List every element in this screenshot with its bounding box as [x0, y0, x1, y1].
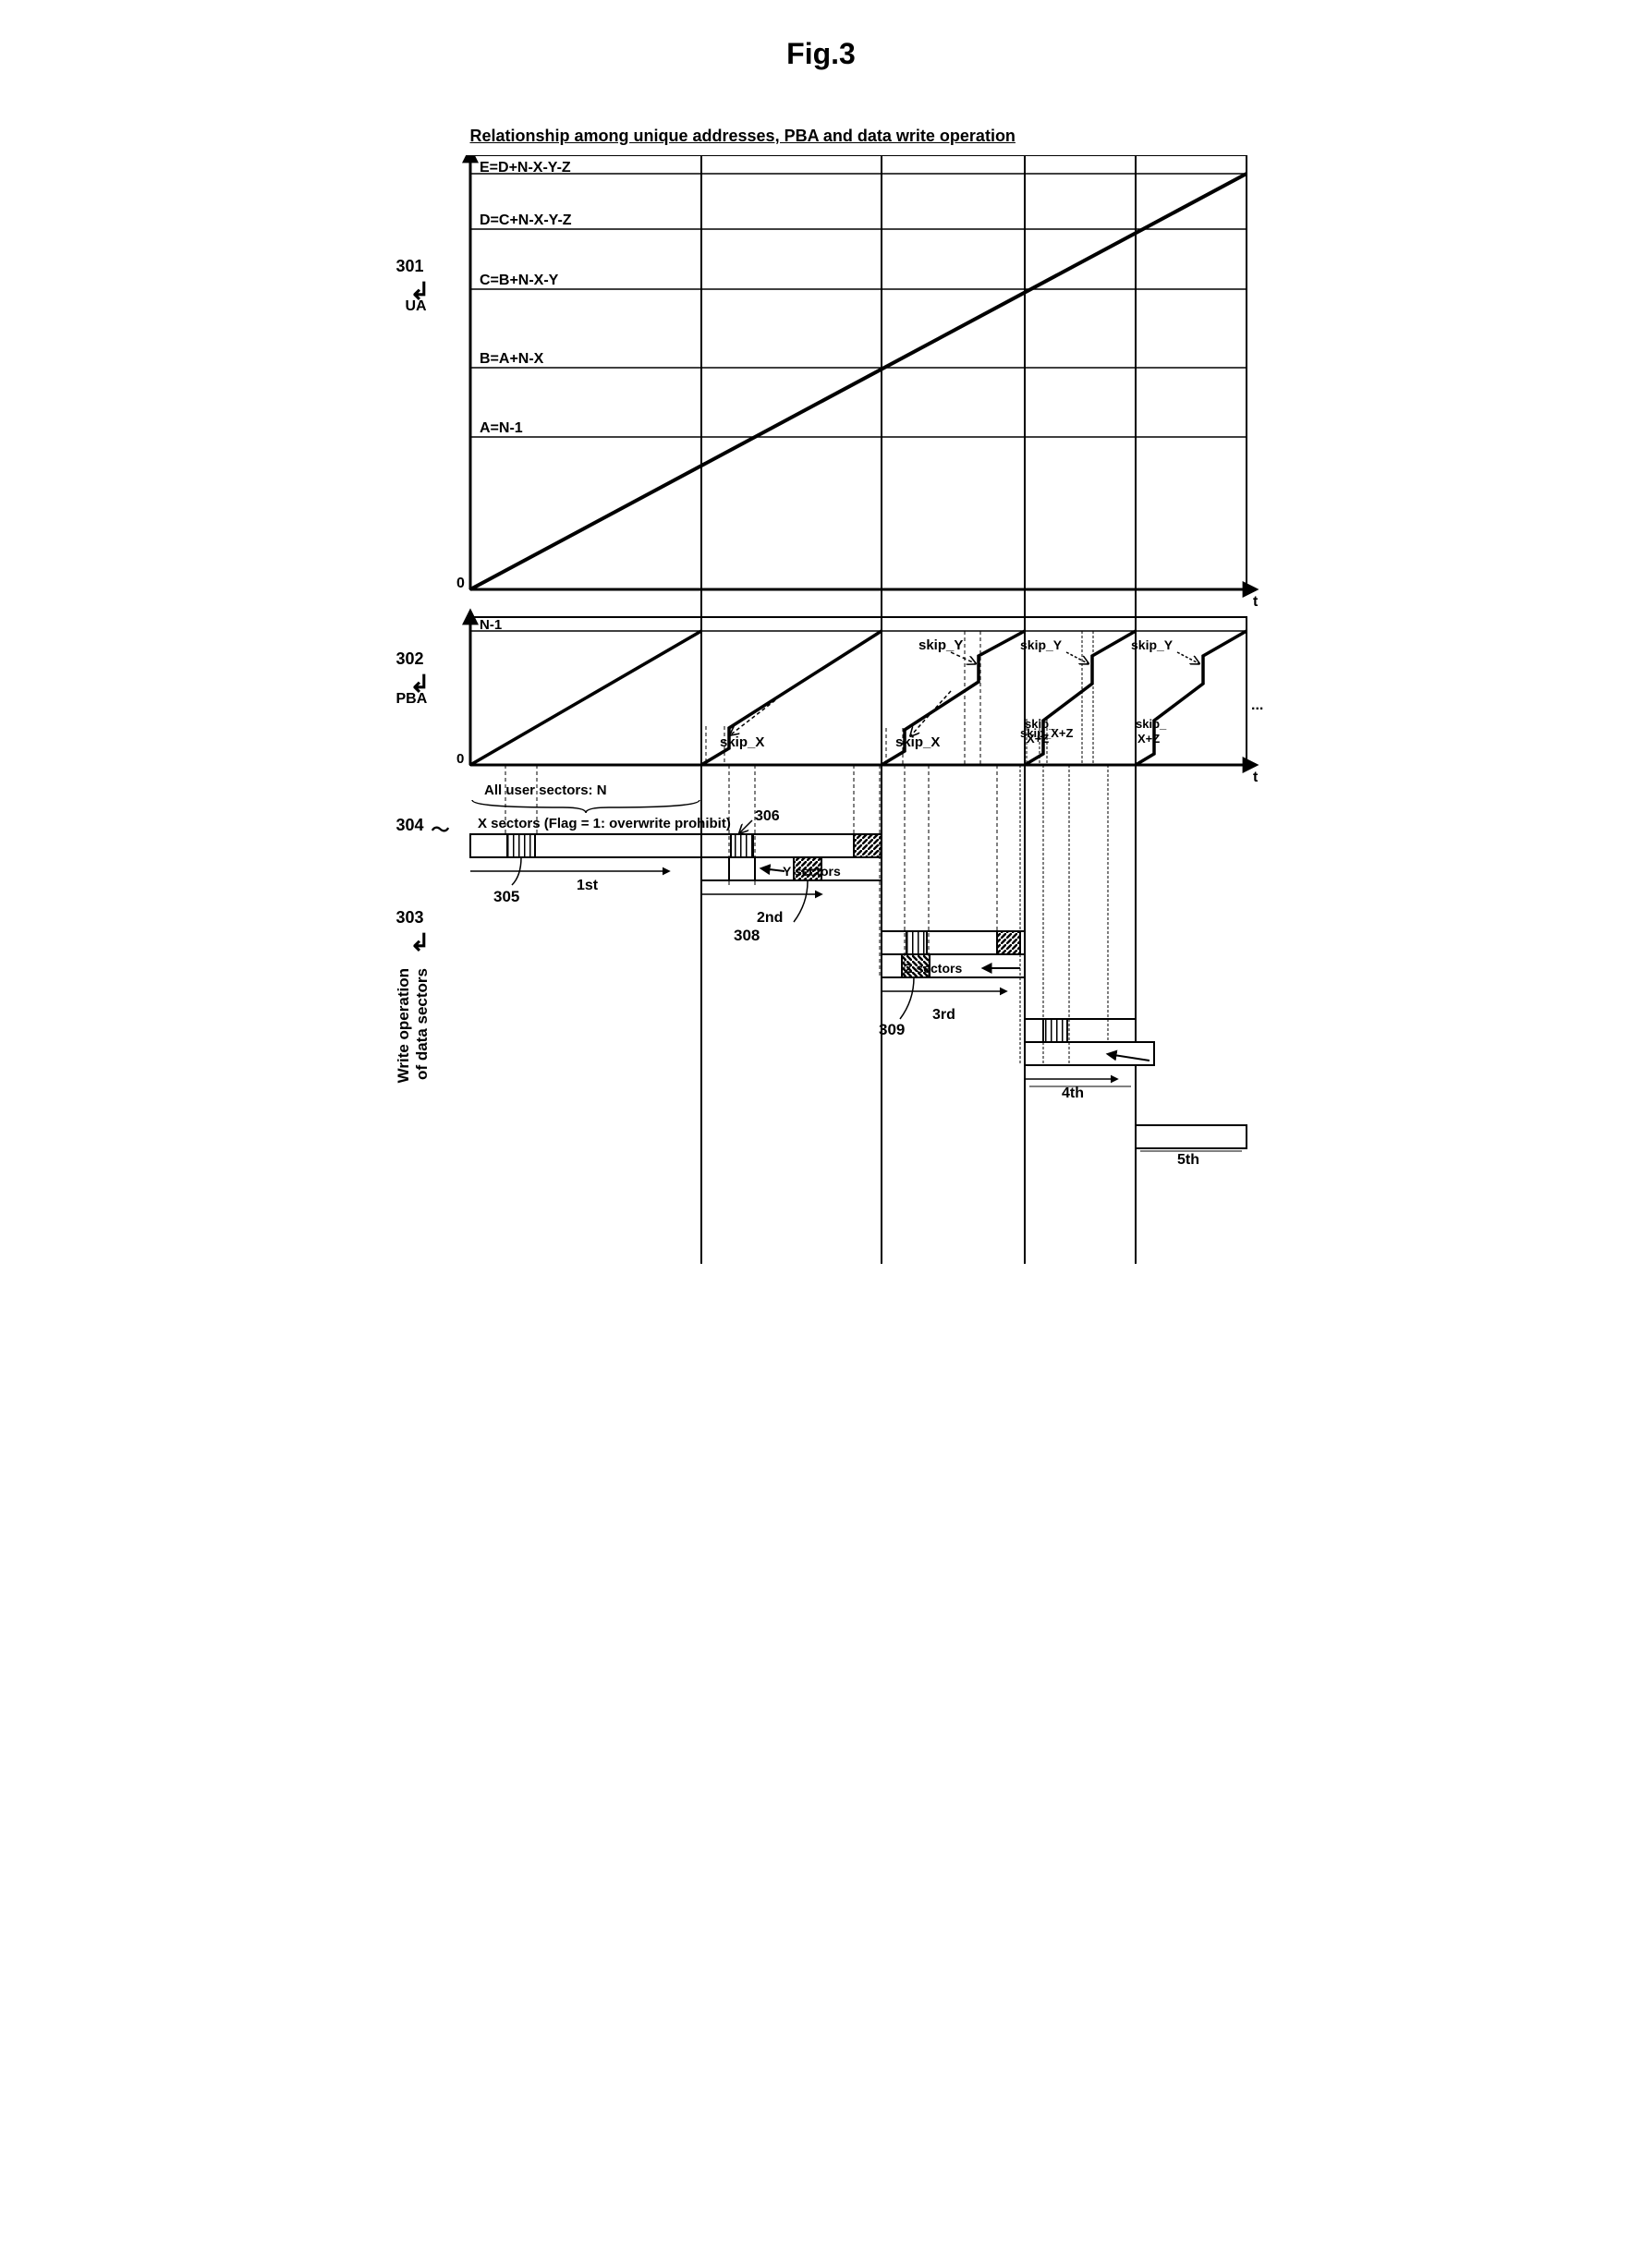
ref-curve-icon: 〜: [432, 815, 450, 842]
tick-0: 0: [456, 576, 465, 591]
write-panel: All user sectors: N X sectors (Flag = 1:…: [470, 765, 1247, 1168]
tick-C: C=B+N-X-Y: [480, 273, 559, 288]
x-sectors-label: X sectors (Flag = 1: overwrite prohibit): [478, 816, 731, 831]
chart-container: 301 ↲ UA 302 ↲ PBA 304 〜 303 ↲ Write ope…: [359, 155, 1283, 1268]
chart-title: Relationship among unique addresses, PBA…: [470, 127, 1283, 146]
cycle5: 5th: [1136, 1125, 1247, 1168]
skip-y-4: skip_Y: [1020, 637, 1063, 652]
tick-E: E=D+N-X-Y-Z: [480, 160, 571, 176]
skip-x-3: skip_X: [895, 734, 940, 750]
tick-0p: 0: [456, 751, 464, 767]
y-sectors-label: Y sectors: [783, 864, 841, 879]
ref-305: 305: [493, 888, 519, 905]
ref-303: 303: [396, 908, 424, 928]
skip-y-5: skip_Y: [1131, 637, 1174, 652]
skip-x-2: skip_X: [720, 734, 764, 750]
page: Fig.3 Relationship among unique addresse…: [359, 37, 1283, 1268]
tick-D: D=C+N-X-Y-Z: [480, 212, 572, 228]
pba-panel: skip_X skip_X skip_Y: [456, 612, 1263, 785]
ellipsis: ...: [1251, 697, 1263, 713]
write-axis-label-1: Write operation: [395, 968, 413, 1083]
ref-309: 309: [879, 1021, 905, 1038]
figure-label: Fig.3: [359, 37, 1283, 71]
lbl-4th: 4th: [1062, 1085, 1084, 1101]
pba-axis-label: PBA: [396, 691, 428, 708]
left-labels: 301 ↲ UA 302 ↲ PBA 304 〜 303 ↲ Write ope…: [359, 155, 452, 1268]
ref-306: 306: [755, 808, 780, 824]
tick-Nm1: N-1: [480, 617, 502, 633]
ref-304: 304: [396, 816, 424, 835]
lbl-1st: 1st: [577, 878, 599, 893]
lbl-3rd: 3rd: [932, 1007, 955, 1023]
tick-B: B=A+N-X: [480, 351, 544, 367]
skip-y-3: skip_Y: [918, 637, 963, 653]
write-axis-label-2: of data sectors: [413, 968, 432, 1080]
ref-308: 308: [734, 927, 760, 944]
lbl-2nd: 2nd: [757, 910, 783, 926]
diagram-svg: A=N-1 B=A+N-X C=B+N-X-Y D=C+N-X-Y-Z E=D+…: [452, 155, 1265, 1264]
skip-xz-4a: skip_: [1025, 717, 1056, 731]
skip-xz-5b: X+Z: [1137, 732, 1160, 746]
ref-curve-icon: ↲: [410, 928, 431, 957]
all-sectors-label: All user sectors: N: [484, 782, 607, 798]
ref-301: 301: [396, 257, 424, 276]
skip-xz-4b: X+Z: [1027, 732, 1049, 746]
t-label: t: [1253, 594, 1259, 610]
t-label-p: t: [1253, 770, 1259, 785]
cycle1: 1st 305: [470, 834, 701, 905]
lbl-5th: 5th: [1177, 1152, 1199, 1168]
svg-wrap: A=N-1 B=A+N-X C=B+N-X-Y D=C+N-X-Y-Z E=D+…: [452, 155, 1265, 1268]
z-sectors-label: Z sectors: [905, 961, 962, 976]
tick-A: A=N-1: [480, 420, 523, 436]
ua-panel: A=N-1 B=A+N-X C=B+N-X-Y D=C+N-X-Y-Z E=D+…: [456, 155, 1259, 1264]
ua-axis-label: UA: [406, 298, 427, 315]
cycle3: Z sectors 3rd 309: [879, 931, 1025, 1038]
ref-302: 302: [396, 649, 424, 669]
skip-xz-5a: skip_: [1136, 717, 1167, 731]
